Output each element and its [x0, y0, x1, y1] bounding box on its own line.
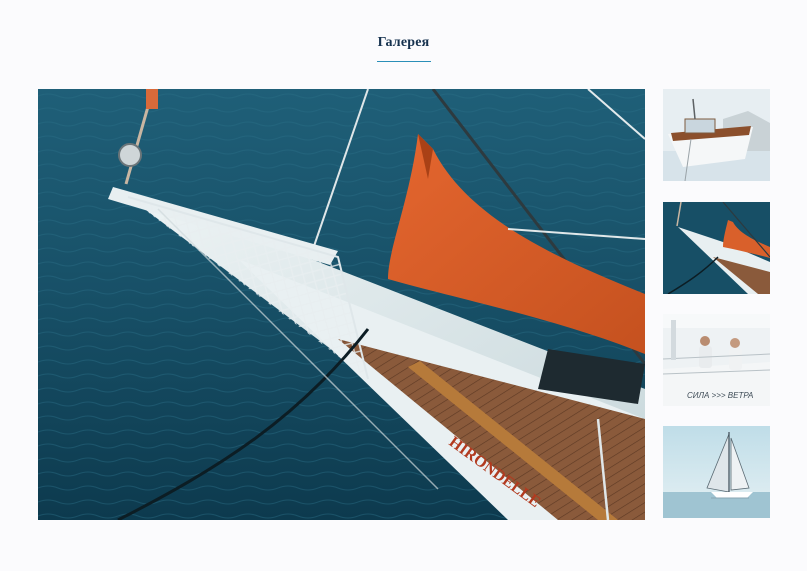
- main-gallery-photo[interactable]: HIRONDELLE: [38, 89, 645, 520]
- wooden-motorboat-photo: [663, 89, 770, 181]
- thumbnail-2[interactable]: [663, 202, 770, 294]
- title-underline: [377, 61, 431, 62]
- sailing-crew-photo: СИЛА >>> ВЕТРА: [663, 314, 770, 406]
- thumbnail-1[interactable]: [663, 89, 770, 181]
- sailboat-on-sea-photo: [663, 426, 770, 518]
- sailboat-bow-photo: HIRONDELLE: [38, 89, 645, 520]
- sailboat-bow-photo-small: [663, 202, 770, 294]
- hull-text: СИЛА >>> ВЕТРА: [687, 391, 753, 400]
- gallery-page: Галерея HIRONDELLE СИЛА >>> ВЕТРА: [0, 0, 807, 571]
- thumbnail-4[interactable]: [663, 426, 770, 518]
- gallery-title: Галерея: [377, 35, 430, 50]
- thumbnail-3[interactable]: СИЛА >>> ВЕТРА: [663, 314, 770, 406]
